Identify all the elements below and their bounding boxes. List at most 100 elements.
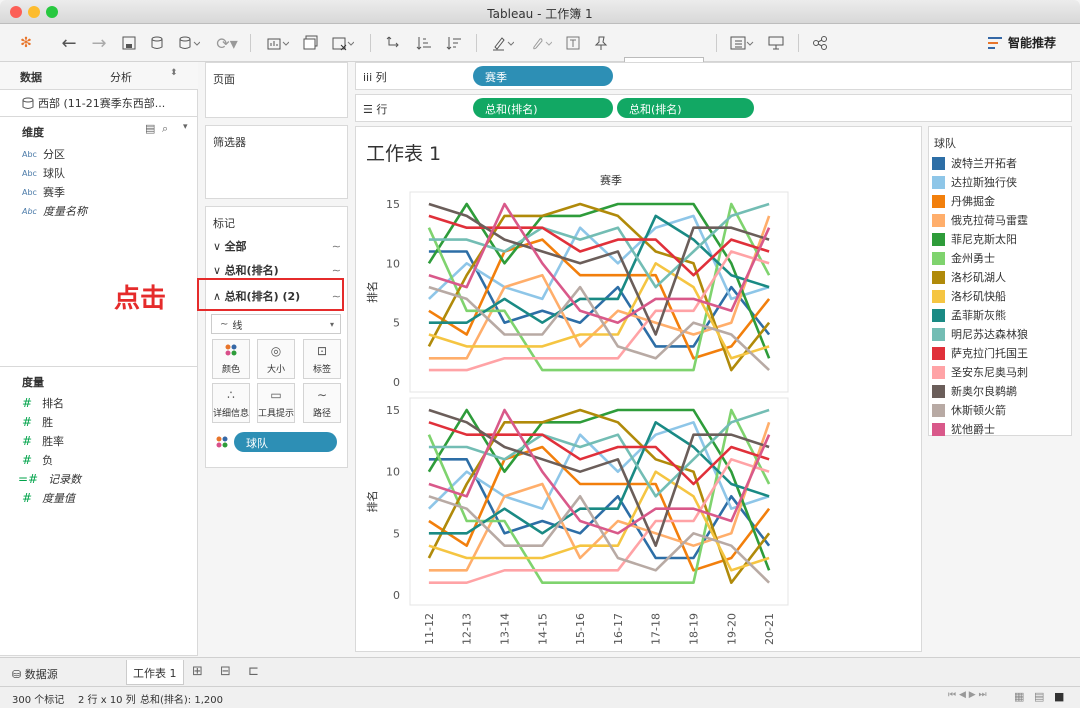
legend-item[interactable]: 俄克拉荷马雷霆 bbox=[932, 212, 1028, 228]
fix-axes-icon[interactable] bbox=[590, 32, 612, 54]
measures-header: 度量 bbox=[22, 376, 44, 389]
mark-type-select[interactable]: ∼ 线 ▾ bbox=[211, 314, 341, 334]
detail-icon: ∴ bbox=[227, 388, 235, 402]
show-labels-icon[interactable] bbox=[562, 32, 584, 54]
color-field-pill[interactable]: 球队 bbox=[216, 432, 337, 452]
color-card[interactable]: 颜色 bbox=[212, 339, 250, 379]
new-sheet-icon[interactable] bbox=[262, 32, 294, 54]
pause-update-icon[interactable] bbox=[174, 32, 204, 54]
legend-item[interactable]: 丹佛掘金 bbox=[932, 193, 995, 209]
tooltip-card[interactable]: ▭ 工具提示 bbox=[257, 383, 295, 423]
measure-field-rank[interactable]: # 排名 bbox=[22, 395, 64, 411]
presentation-mode-icon[interactable] bbox=[764, 32, 788, 54]
rows-icon: ☰ bbox=[363, 103, 377, 116]
legend-item[interactable]: 波特兰开拓者 bbox=[932, 155, 1017, 171]
measure-field-wins[interactable]: # 胜 bbox=[22, 414, 53, 430]
new-datasource-icon[interactable] bbox=[146, 32, 168, 54]
tableau-logo-icon[interactable]: ✻ bbox=[14, 32, 38, 54]
y-tick-label: 10 bbox=[386, 257, 400, 270]
tab-data[interactable]: 数据 bbox=[20, 69, 42, 85]
path-card[interactable]: ∼ 路径 bbox=[303, 383, 341, 423]
measure-field-record-count[interactable]: =# 记录数 bbox=[18, 471, 81, 487]
legend-item[interactable]: 达拉斯独行侠 bbox=[932, 174, 1017, 190]
tooltip-icon: ▭ bbox=[270, 388, 282, 402]
highlight-icon[interactable] bbox=[488, 32, 518, 54]
legend-item[interactable]: 明尼苏达森林狼 bbox=[932, 326, 1028, 342]
datasource-item[interactable]: 西部 (11-21赛季东西部... bbox=[22, 95, 165, 111]
y-tick-label: 0 bbox=[393, 376, 400, 389]
measure-field-measure-values[interactable]: # 度量值 bbox=[22, 490, 75, 506]
line-mark-icon: ∼ bbox=[331, 239, 341, 253]
duplicate-sheet-icon[interactable] bbox=[300, 32, 322, 54]
sort-descending-icon[interactable] bbox=[442, 32, 466, 54]
dimension-field-season[interactable]: Abc 赛季 bbox=[22, 184, 65, 200]
mark-type-value: 线 bbox=[232, 320, 243, 332]
sheet-tabs-bar: ⛁ 数据源 工作表 1 ⊞ ⊟ ⊏ bbox=[0, 657, 1080, 686]
group-members-icon[interactable] bbox=[526, 32, 556, 54]
columns-shelf[interactable]: iii 列 bbox=[355, 62, 1072, 90]
legend-item[interactable]: 萨克拉门托国王 bbox=[932, 345, 1028, 361]
back-icon[interactable]: ← bbox=[58, 32, 80, 54]
dimension-field-team[interactable]: Abc 球队 bbox=[22, 165, 65, 181]
smart-recommend-button[interactable]: 智能推荐 bbox=[987, 34, 1056, 51]
legend-item[interactable]: 圣安东尼奥马刺 bbox=[932, 364, 1028, 380]
label-card[interactable]: ⊡ 标签 bbox=[303, 339, 341, 379]
pages-shelf[interactable]: 页面 bbox=[205, 62, 348, 118]
filters-shelf[interactable]: 筛选器 bbox=[205, 125, 348, 199]
forward-icon[interactable]: → bbox=[88, 32, 110, 54]
rows-pill-sum-rank-2[interactable]: 总和(排名) bbox=[617, 98, 754, 118]
x-tick-label: 17-18 bbox=[650, 613, 663, 645]
line-chart[interactable]: 赛季 0 5 10 15 排名 0 5 10 15 排名 11-12 12-13 13-14 14-15 15… bbox=[358, 165, 918, 647]
line-mark-icon: ∼ bbox=[220, 318, 229, 330]
refresh-icon[interactable]: ⟳▾ bbox=[212, 32, 242, 54]
legend-item[interactable]: 休斯顿火箭 bbox=[932, 402, 1006, 418]
tab-navigation-icon[interactable]: ⏮ ◀ ▶ ⏭ bbox=[948, 690, 987, 700]
search-icon[interactable]: ⌕ bbox=[162, 122, 168, 136]
marks-row-all[interactable]: ∨ 全部 ∼ bbox=[213, 238, 341, 254]
tab-analysis[interactable]: 分析 bbox=[110, 69, 132, 85]
view-list-icon[interactable]: ▤ bbox=[145, 122, 155, 135]
save-icon[interactable] bbox=[118, 32, 140, 54]
datasource-tab[interactable]: ⛁ 数据源 bbox=[12, 666, 58, 682]
share-icon[interactable] bbox=[808, 32, 832, 54]
legend-item[interactable]: 犹他爵士 bbox=[932, 421, 995, 437]
legend-swatch bbox=[932, 270, 945, 284]
legend-item[interactable]: 菲尼克斯太阳 bbox=[932, 231, 1017, 247]
swap-rows-columns-icon[interactable] bbox=[382, 32, 406, 54]
new-worksheet-icon[interactable]: ⊞ bbox=[192, 664, 203, 679]
detail-card[interactable]: ∴ 详细信息 bbox=[212, 383, 250, 423]
dimension-menu-icon[interactable]: ▾ bbox=[183, 122, 188, 132]
sheet-tab[interactable]: 工作表 1 bbox=[126, 660, 184, 685]
new-story-icon[interactable]: ⊏ bbox=[248, 664, 259, 679]
measure-field-winrate[interactable]: # 胜率 bbox=[22, 433, 64, 449]
rows-pill-sum-rank-1[interactable]: 总和(排名) bbox=[473, 98, 613, 118]
columns-pill-season[interactable]: 赛季 bbox=[473, 66, 613, 86]
legend-item[interactable]: 新奥尔良鹈鹕 bbox=[932, 383, 1017, 399]
sort-ascending-icon[interactable] bbox=[412, 32, 436, 54]
grid-view-icon[interactable]: ▦ bbox=[1014, 690, 1024, 703]
y-tick-label: 5 bbox=[393, 317, 400, 330]
columns-icon: iii bbox=[363, 71, 376, 84]
string-type-icon: Abc bbox=[22, 168, 37, 178]
dimension-field-region[interactable]: Abc 分区 bbox=[22, 146, 65, 162]
new-dashboard-icon[interactable]: ⊟ bbox=[220, 664, 231, 679]
show-cards-icon[interactable] bbox=[726, 32, 758, 54]
filmstrip-view-icon[interactable]: ▤ bbox=[1034, 690, 1044, 703]
legend-label: 丹佛掘金 bbox=[951, 195, 995, 208]
smart-recommend-icon bbox=[987, 36, 1002, 49]
legend-item[interactable]: 洛杉矶快船 bbox=[932, 288, 1006, 304]
legend-label: 犹他爵士 bbox=[951, 423, 995, 436]
legend-item[interactable]: 金州勇士 bbox=[932, 250, 995, 266]
marks-row-sum-rank[interactable]: ∨ 总和(排名) ∼ bbox=[213, 262, 341, 278]
size-card[interactable]: ◎ 大小 bbox=[257, 339, 295, 379]
y-tick-label: 15 bbox=[386, 404, 400, 417]
color-icon bbox=[213, 344, 249, 360]
y-axis-label: 排名 bbox=[365, 281, 379, 303]
legend-item[interactable]: 洛杉矶湖人 bbox=[932, 269, 1006, 285]
tab-view-icon[interactable]: ■ bbox=[1054, 690, 1064, 703]
clear-sheet-icon[interactable] bbox=[328, 32, 358, 54]
legend-item[interactable]: 孟菲斯灰熊 bbox=[932, 307, 1006, 323]
tab-menu-icon[interactable]: ⬍ bbox=[170, 68, 178, 78]
measure-field-losses[interactable]: # 负 bbox=[22, 452, 53, 468]
dimension-field-measure-names[interactable]: Abc 度量名称 bbox=[22, 203, 87, 219]
